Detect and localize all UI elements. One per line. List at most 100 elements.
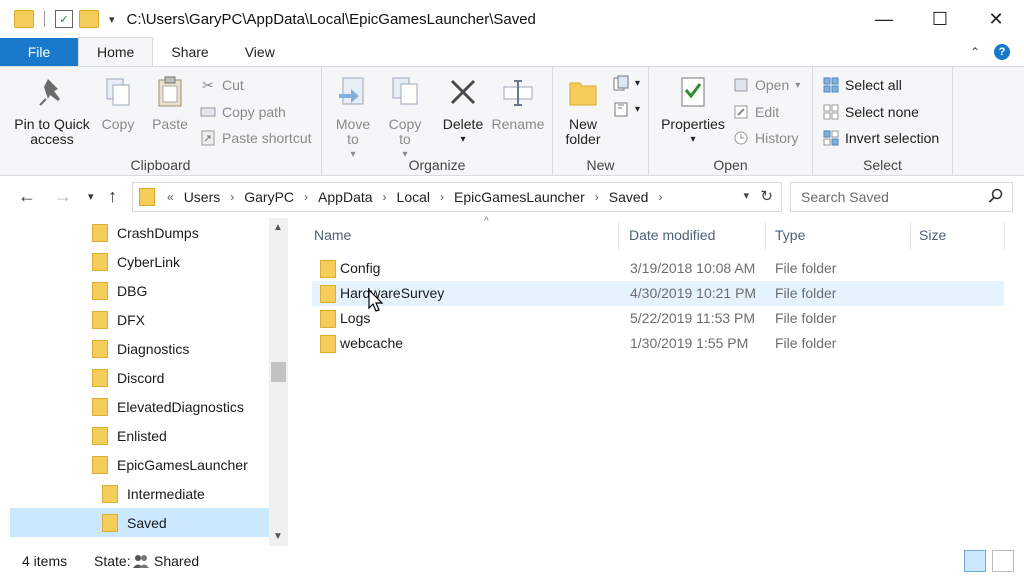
tree-item-dfx[interactable]: DFX	[92, 305, 145, 334]
tree-item-diagnostics[interactable]: Diagnostics	[92, 334, 189, 363]
folder-icon	[92, 455, 108, 474]
copy-path-button[interactable]: Copy path	[200, 104, 286, 120]
select-none-button[interactable]: Select none	[823, 104, 919, 120]
chevron-right-icon[interactable]: ›	[658, 190, 662, 204]
open-icon	[733, 77, 749, 93]
edit-button[interactable]: Edit	[733, 104, 779, 120]
properties-qat-icon[interactable]: ✓	[55, 10, 73, 28]
search-placeholder: Search Saved	[801, 189, 889, 205]
select-group: Select all Select none Invert selection …	[813, 67, 953, 177]
ribbon-tabs: File Home Share View ⌃ ?	[0, 37, 1024, 66]
minimize-button[interactable]: —	[856, 0, 912, 38]
refresh-icon[interactable]: ↻	[760, 187, 773, 205]
breadcrumb-appdata[interactable]: AppData	[318, 189, 372, 205]
properties-icon	[676, 75, 710, 109]
search-input[interactable]: Search Saved	[790, 182, 1013, 212]
recent-locations-chevron-icon[interactable]: ▾	[88, 190, 94, 203]
tree-item-epicgameslauncher[interactable]: EpicGamesLauncher	[92, 450, 248, 479]
file-row-config[interactable]: Config 3/19/2018 10:08 AM File folder	[312, 256, 1004, 281]
open-button[interactable]: Open ▾	[733, 77, 800, 93]
breadcrumb-local[interactable]: Local	[397, 189, 430, 205]
chevron-right-icon[interactable]: ›	[230, 190, 234, 204]
scissors-icon: ✂	[202, 76, 214, 93]
select-all-button[interactable]: Select all	[823, 77, 902, 93]
rename-button[interactable]: Rename	[490, 75, 546, 132]
column-header-size[interactable]: Size	[919, 218, 999, 252]
column-divider[interactable]	[910, 222, 911, 250]
easy-access-button[interactable]: ▾	[613, 101, 640, 117]
new-folder-button[interactable]: New folder	[559, 75, 607, 147]
history-icon	[733, 130, 749, 146]
folder-icon	[102, 513, 118, 532]
maximize-button[interactable]: ☐	[912, 0, 968, 38]
open-group-label: Open	[713, 157, 748, 173]
tree-item-saved[interactable]: Saved	[10, 508, 269, 537]
copy-to-button[interactable]: Copy to ▾	[382, 75, 428, 162]
up-arrow-icon[interactable]: ↑	[108, 186, 117, 207]
file-list: Name ^ Date modified Type Size Config 3/…	[288, 216, 1024, 546]
file-row-logs[interactable]: Logs 5/22/2019 11:53 PM File folder	[312, 306, 1004, 331]
tab-view[interactable]: View	[227, 38, 293, 66]
column-header-type[interactable]: Type	[775, 218, 905, 252]
cut-button[interactable]: ✂ Cut	[200, 76, 244, 94]
select-none-icon	[823, 104, 839, 120]
customize-qat-dropdown-icon[interactable]: ▾	[109, 13, 115, 26]
new-item-button[interactable]: ▾	[613, 75, 640, 91]
breadcrumb-users[interactable]: Users	[184, 189, 221, 205]
scroll-down-arrow-icon[interactable]: ▼	[273, 531, 283, 542]
sort-ascending-icon: ^	[484, 216, 489, 227]
paste-button[interactable]: Paste	[148, 75, 192, 132]
scroll-up-arrow-icon[interactable]: ▲	[273, 222, 283, 233]
tree-item-intermediate[interactable]: Intermediate	[102, 479, 205, 508]
tree-item-elevateddiagnostics[interactable]: ElevatedDiagnostics	[92, 392, 244, 421]
tree-item-cyberlink[interactable]: CyberLink	[92, 247, 180, 276]
address-bar[interactable]: « Users › GaryPC › AppData › Local › Epi…	[132, 182, 782, 212]
invert-selection-button[interactable]: Invert selection	[823, 130, 939, 146]
paste-shortcut-button[interactable]: Paste shortcut	[200, 130, 312, 146]
state-label: State:	[94, 553, 131, 569]
scrollbar-thumb[interactable]	[271, 362, 286, 382]
paste-shortcut-icon	[200, 130, 216, 146]
column-divider[interactable]	[1004, 222, 1005, 250]
tree-item-discord[interactable]: Discord	[92, 363, 164, 392]
column-divider[interactable]	[618, 222, 619, 250]
copy-button[interactable]: Copy	[98, 75, 138, 132]
tree-item-dbg[interactable]: DBG	[92, 276, 147, 305]
folder-icon	[320, 310, 336, 328]
delete-button[interactable]: Delete ▾	[440, 75, 486, 147]
new-folder-qat-icon[interactable]	[79, 10, 99, 28]
help-icon[interactable]: ?	[994, 44, 1010, 60]
back-arrow-icon[interactable]: ←	[18, 186, 36, 207]
forward-arrow-icon[interactable]: →	[54, 186, 72, 207]
nav-pane-scrollbar[interactable]: ▲ ▼	[269, 218, 288, 546]
breadcrumb-saved[interactable]: Saved	[609, 189, 649, 205]
details-view-icon[interactable]	[964, 550, 986, 572]
tab-file[interactable]: File	[0, 38, 78, 66]
close-button[interactable]: ✕	[968, 0, 1024, 38]
title-bar: ✓ ▾ C:\Users\GaryPC\AppData\Local\EpicGa…	[0, 0, 1024, 38]
tree-item-enlisted[interactable]: Enlisted	[92, 421, 167, 450]
tab-share[interactable]: Share	[153, 38, 226, 66]
file-row-webcache[interactable]: webcache 1/30/2019 1:55 PM File folder	[312, 331, 1004, 356]
chevron-right-icon[interactable]: ›	[440, 190, 444, 204]
file-row-hardwaresurvey[interactable]: HardwareSurvey 4/30/2019 10:21 PM File f…	[312, 281, 1004, 306]
pin-to-quick-access-button[interactable]: Pin to Quick access	[12, 75, 92, 147]
column-header-date-modified[interactable]: Date modified	[629, 218, 759, 252]
chevron-right-icon[interactable]: ›	[383, 190, 387, 204]
chevron-right-icon[interactable]: ›	[595, 190, 599, 204]
chevron-right-icon[interactable]: ›	[304, 190, 308, 204]
move-to-button[interactable]: Move to ▾	[330, 75, 376, 162]
breadcrumb-epicgameslauncher[interactable]: EpicGamesLauncher	[454, 189, 585, 205]
history-button[interactable]: History	[733, 130, 799, 146]
address-history-dropdown-icon[interactable]: ▾	[743, 189, 749, 202]
tab-home[interactable]: Home	[78, 37, 154, 66]
column-header-name[interactable]: Name ^	[314, 216, 620, 252]
breadcrumb-garypc[interactable]: GaryPC	[244, 189, 294, 205]
easy-access-dropdown-icon: ▾	[635, 103, 641, 115]
large-icons-view-icon[interactable]	[992, 550, 1014, 572]
tree-item-crashdumps[interactable]: CrashDumps	[92, 218, 199, 247]
properties-button[interactable]: Properties ▾	[659, 75, 727, 147]
breadcrumb-overflow[interactable]: «	[167, 190, 174, 204]
minimize-ribbon-icon[interactable]: ⌃	[970, 45, 980, 59]
column-divider[interactable]	[765, 222, 766, 250]
